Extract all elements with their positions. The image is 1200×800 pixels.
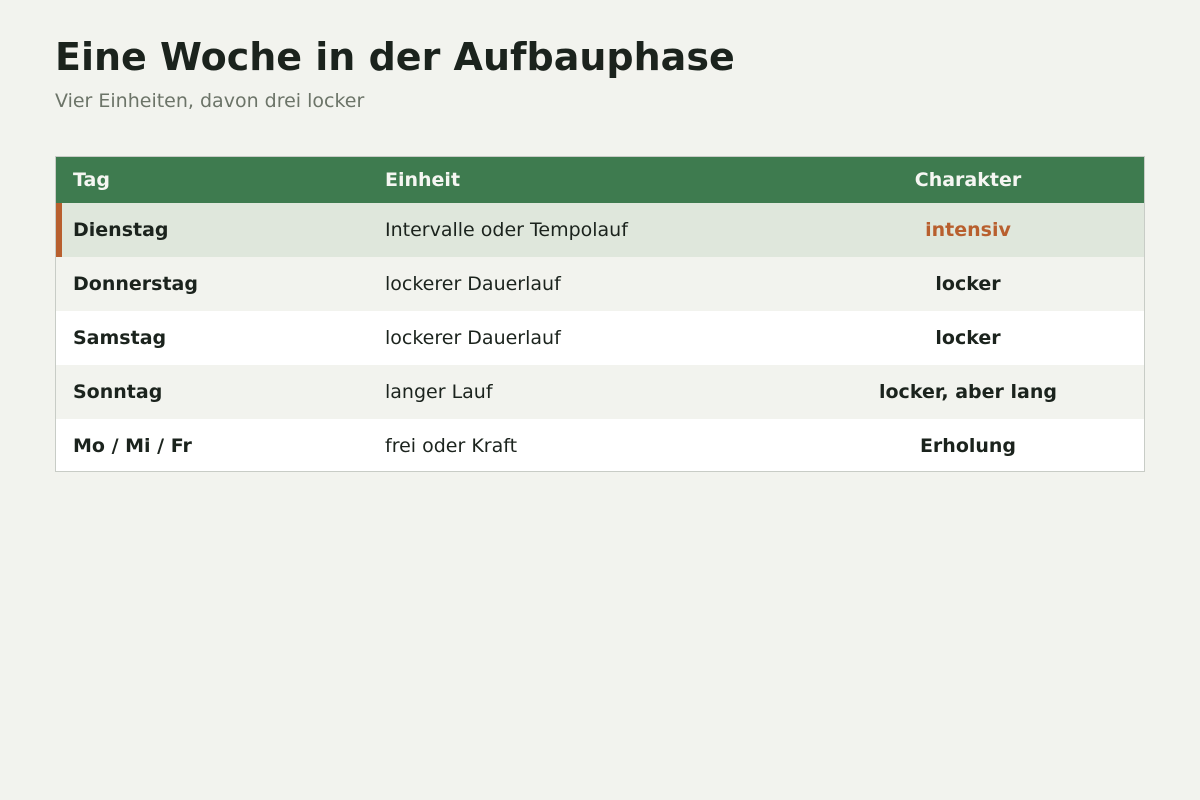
table-row: Mo / Mi / Fr frei oder Kraft Erholung (56, 419, 1144, 471)
row-character: locker (935, 273, 1001, 295)
row-day: Dienstag (56, 203, 368, 257)
page-subtitle: Vier Einheiten, davon drei locker (55, 90, 365, 112)
column-header-character: Charakter (914, 169, 1022, 191)
row-character: locker, aber lang (878, 381, 1057, 403)
page-title: Eine Woche in der Aufbauphase (55, 35, 735, 79)
table-row-highlighted: Dienstag Intervalle oder Tempolauf inten… (56, 203, 1144, 257)
table-row: Donnerstag lockerer Dauerlauf locker (56, 257, 1144, 311)
row-session: frei oder Kraft (385, 435, 518, 457)
row-session: Intervalle oder Tempolauf (385, 219, 628, 241)
page: Eine Woche in der Aufbauphase Vier Einhe… (0, 0, 1200, 800)
schedule-table: Tag Einheit Charakter Dienstag Intervall… (56, 157, 1144, 471)
row-session: langer Lauf (385, 381, 493, 403)
row-day: Sonntag (73, 381, 163, 403)
table-row: Sonntag langer Lauf locker, aber lang (56, 365, 1144, 419)
row-session: lockerer Dauerlauf (385, 327, 561, 349)
row-session: lockerer Dauerlauf (385, 273, 561, 295)
row-day: Donnerstag (73, 273, 198, 295)
row-character: Erholung (919, 435, 1017, 457)
table-row: Samstag lockerer Dauerlauf locker (56, 311, 1144, 365)
row-character: intensiv (925, 219, 1011, 241)
table-header-row: Tag Einheit Charakter (56, 157, 1144, 203)
column-header-day: Tag (73, 169, 110, 191)
column-header-session: Einheit (385, 169, 461, 191)
training-week-table: Tag Einheit Charakter Dienstag Intervall… (55, 156, 1145, 472)
row-character: locker (935, 327, 1001, 349)
row-day: Samstag (73, 327, 167, 349)
row-day: Mo / Mi / Fr (73, 435, 192, 457)
